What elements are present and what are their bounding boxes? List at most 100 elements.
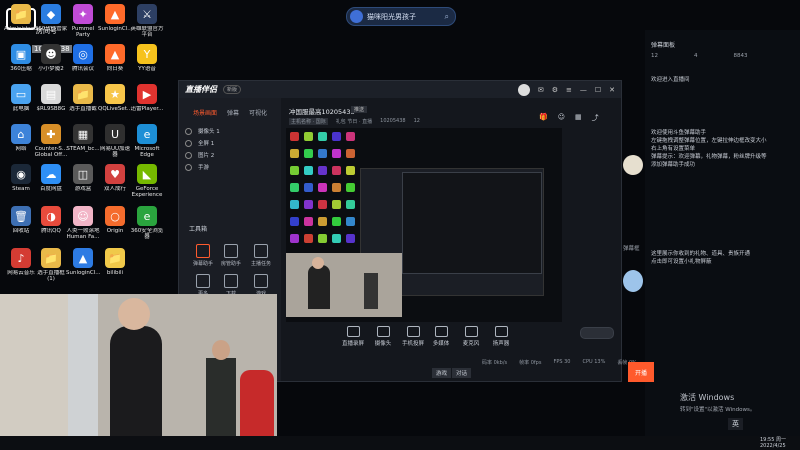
phone-cast-button[interactable]: 手机投屏 xyxy=(398,326,428,347)
share-icon[interactable]: ⤴ xyxy=(592,113,599,123)
desktop-icon[interactable]: ○ Origin xyxy=(98,206,132,240)
search-icon[interactable]: ⌕ xyxy=(445,12,449,22)
app-icon: 📁 xyxy=(73,84,93,104)
desktop-icon[interactable]: ★ QQLiveSet... xyxy=(98,84,132,118)
app-icon: ▲ xyxy=(73,248,93,268)
multimedia-button[interactable]: 多媒体 xyxy=(426,326,456,347)
preview-icon xyxy=(290,149,299,158)
tool-room-admin[interactable]: 房管助手 xyxy=(219,244,243,267)
desktop-icon-label: bilibili xyxy=(106,270,124,276)
microphone-button[interactable]: 麦克风 xyxy=(456,326,486,347)
tab-visual[interactable]: 可视化 xyxy=(249,108,267,117)
desktop-icon[interactable]: ▲ SunloginCl... xyxy=(66,248,100,282)
maximize-icon[interactable]: ☐ xyxy=(595,86,601,94)
desktop-icon[interactable]: ▤ $RL9SB8G xyxy=(34,84,68,118)
eye-icon[interactable] xyxy=(185,127,192,135)
desktop-icon[interactable]: ♪ 网易云音乐 xyxy=(4,248,38,282)
clock-date[interactable]: 2022/4/25 xyxy=(760,443,786,449)
desktop-icon[interactable]: ◣ GeForce Experience xyxy=(130,164,164,198)
tab-danmu[interactable]: 弹幕 xyxy=(227,108,239,117)
tab-scene[interactable]: 场景画面 xyxy=(193,108,217,117)
desktop-icon[interactable]: 📁 bilibili xyxy=(98,248,132,282)
gift-icon[interactable]: 🎁 xyxy=(539,113,548,123)
desktop-icon[interactable]: ◑ 腾讯QQ xyxy=(34,206,68,240)
room-tag[interactable]: 推送 xyxy=(351,106,368,113)
app-icon: ▤ xyxy=(41,84,61,104)
top-search-bar[interactable]: 猫咪阳光男孩子 ⌕ xyxy=(346,7,456,26)
preview-icon xyxy=(346,149,355,158)
tool-danmu-helper[interactable]: 弹幕助手 xyxy=(191,244,215,267)
taskbar: 英 19:55 周一 2022/4/25 xyxy=(0,418,800,450)
chart-icon[interactable]: ▦ xyxy=(575,113,582,123)
desktop-icon[interactable]: ☁ 百度网盘 xyxy=(34,164,68,198)
desktop-icon[interactable]: ☻ 小小梦魇2 xyxy=(34,44,68,78)
room-title: 冲国服最高10205438 xyxy=(289,108,355,116)
dialog-button[interactable] xyxy=(580,327,614,339)
desktop-icon[interactable]: ▣ 360压缩 xyxy=(4,44,38,78)
screen-record-button[interactable]: 直播录屏 xyxy=(338,326,368,347)
eye-icon[interactable] xyxy=(185,163,192,171)
clock-time[interactable]: 19:55 周一 xyxy=(760,436,786,443)
user-icon[interactable]: ☺ xyxy=(558,113,565,123)
preview-icon xyxy=(346,183,355,192)
desktop-icon[interactable]: ▭ 此电脑 xyxy=(4,84,38,118)
desktop-icon[interactable]: ▲ 向日葵 xyxy=(98,44,132,78)
desktop-icon[interactable]: 📁 选手直播截 xyxy=(66,84,100,118)
desktop-icon[interactable]: 🗑 回收站 xyxy=(4,206,38,240)
stats-row: 码率 0kb/s 帧率 0fps FPS 30 CPU 13% 丢帧 0% xyxy=(482,359,637,366)
tool-task[interactable]: 主播任务 xyxy=(249,244,273,267)
desktop-icon[interactable]: ◉ Steam xyxy=(4,164,38,198)
chat-message: 欢迎使用斗鱼弹幕助手 xyxy=(651,130,707,136)
desktop-icon[interactable]: 📁 选手直播框 (1) xyxy=(34,248,68,282)
desktop-icon[interactable]: ⚔ 英雄联盟官方平台 xyxy=(130,4,164,38)
scene-item[interactable]: 全屏 1 xyxy=(179,137,281,149)
desktop-icon[interactable]: ◫ 游戏盒 xyxy=(66,164,100,198)
minimize-icon[interactable]: — xyxy=(580,86,587,94)
desktop-icon[interactable]: ▶ 迅雷Player... xyxy=(130,84,164,118)
scene-item[interactable]: 摄像头 1 xyxy=(179,125,281,137)
game-button[interactable]: 游戏 xyxy=(432,368,452,378)
desktop-icon[interactable]: ⌂ 网络 xyxy=(4,124,38,158)
desktop-icon[interactable]: ☺ 人类一败涂地 Human Fa... xyxy=(66,206,100,240)
desktop-icon[interactable]: Y YY语音 xyxy=(130,44,164,78)
desktop-icon[interactable]: ◎ 腾讯会议 xyxy=(66,44,100,78)
gift-avatar xyxy=(623,270,643,292)
desktop-icon[interactable]: ✦ Pummel Party xyxy=(66,4,100,38)
app-icon: ◫ xyxy=(73,164,93,184)
scene-item[interactable]: 图片 2 xyxy=(179,149,281,161)
studio-avatar[interactable] xyxy=(517,83,530,96)
menu-icon[interactable]: ≡ xyxy=(566,86,572,94)
message-icon[interactable]: ✉ xyxy=(538,86,544,94)
desktop-icon[interactable]: e 360安全浏览器 xyxy=(130,206,164,240)
desktop-icon[interactable]: U 网易UU加速器 xyxy=(98,124,132,158)
desktop-icon-label: Steam xyxy=(12,186,30,192)
desktop-icon[interactable]: ♥ 双人成行 xyxy=(98,164,132,198)
desktop-icon-label: 迅雷Player... xyxy=(130,106,164,112)
desktop-icon[interactable]: ▲ SunloginCl... xyxy=(98,4,132,38)
eye-icon[interactable] xyxy=(185,139,192,147)
preview-icon xyxy=(318,183,327,192)
preview-icon xyxy=(290,183,299,192)
desktop-icon[interactable]: ◆ 360软件管家 xyxy=(34,4,68,38)
desktop-icon-label: 360安全浏览器 xyxy=(130,228,164,240)
desktop-icon[interactable]: e Microsoft Edge xyxy=(130,124,164,158)
settings-icon[interactable]: ⚙ xyxy=(552,86,558,94)
camera-button[interactable]: 摄像头 xyxy=(368,326,398,347)
app-icon: ▲ xyxy=(105,4,125,24)
app-icon: ⚔ xyxy=(137,4,157,24)
desktop-icon-label: 小小梦魇2 xyxy=(38,66,64,72)
speaker-button[interactable]: 扬声器 xyxy=(486,326,516,347)
desktop-icon[interactable]: 📁 Administrator xyxy=(4,4,38,38)
desktop-icon[interactable]: ✚ Counter-S... Global Off... xyxy=(34,124,68,158)
scene-item[interactable]: 手游 xyxy=(179,161,281,173)
dialog-tab[interactable]: 对话 xyxy=(452,368,472,378)
eye-icon[interactable] xyxy=(185,151,192,159)
ime-language[interactable]: 英 xyxy=(728,418,743,430)
app-icon: 📁 xyxy=(41,248,61,268)
desktop-icon[interactable]: ▦ STEAM_bc... xyxy=(66,124,100,158)
start-live-button[interactable]: 开播 xyxy=(628,362,654,382)
desktop-icon-label: 选手直播截 xyxy=(69,106,97,112)
preview-icon xyxy=(290,166,299,175)
close-icon[interactable]: ✕ xyxy=(609,86,615,94)
chat-message: 添加弹幕助手成功 xyxy=(651,162,696,168)
